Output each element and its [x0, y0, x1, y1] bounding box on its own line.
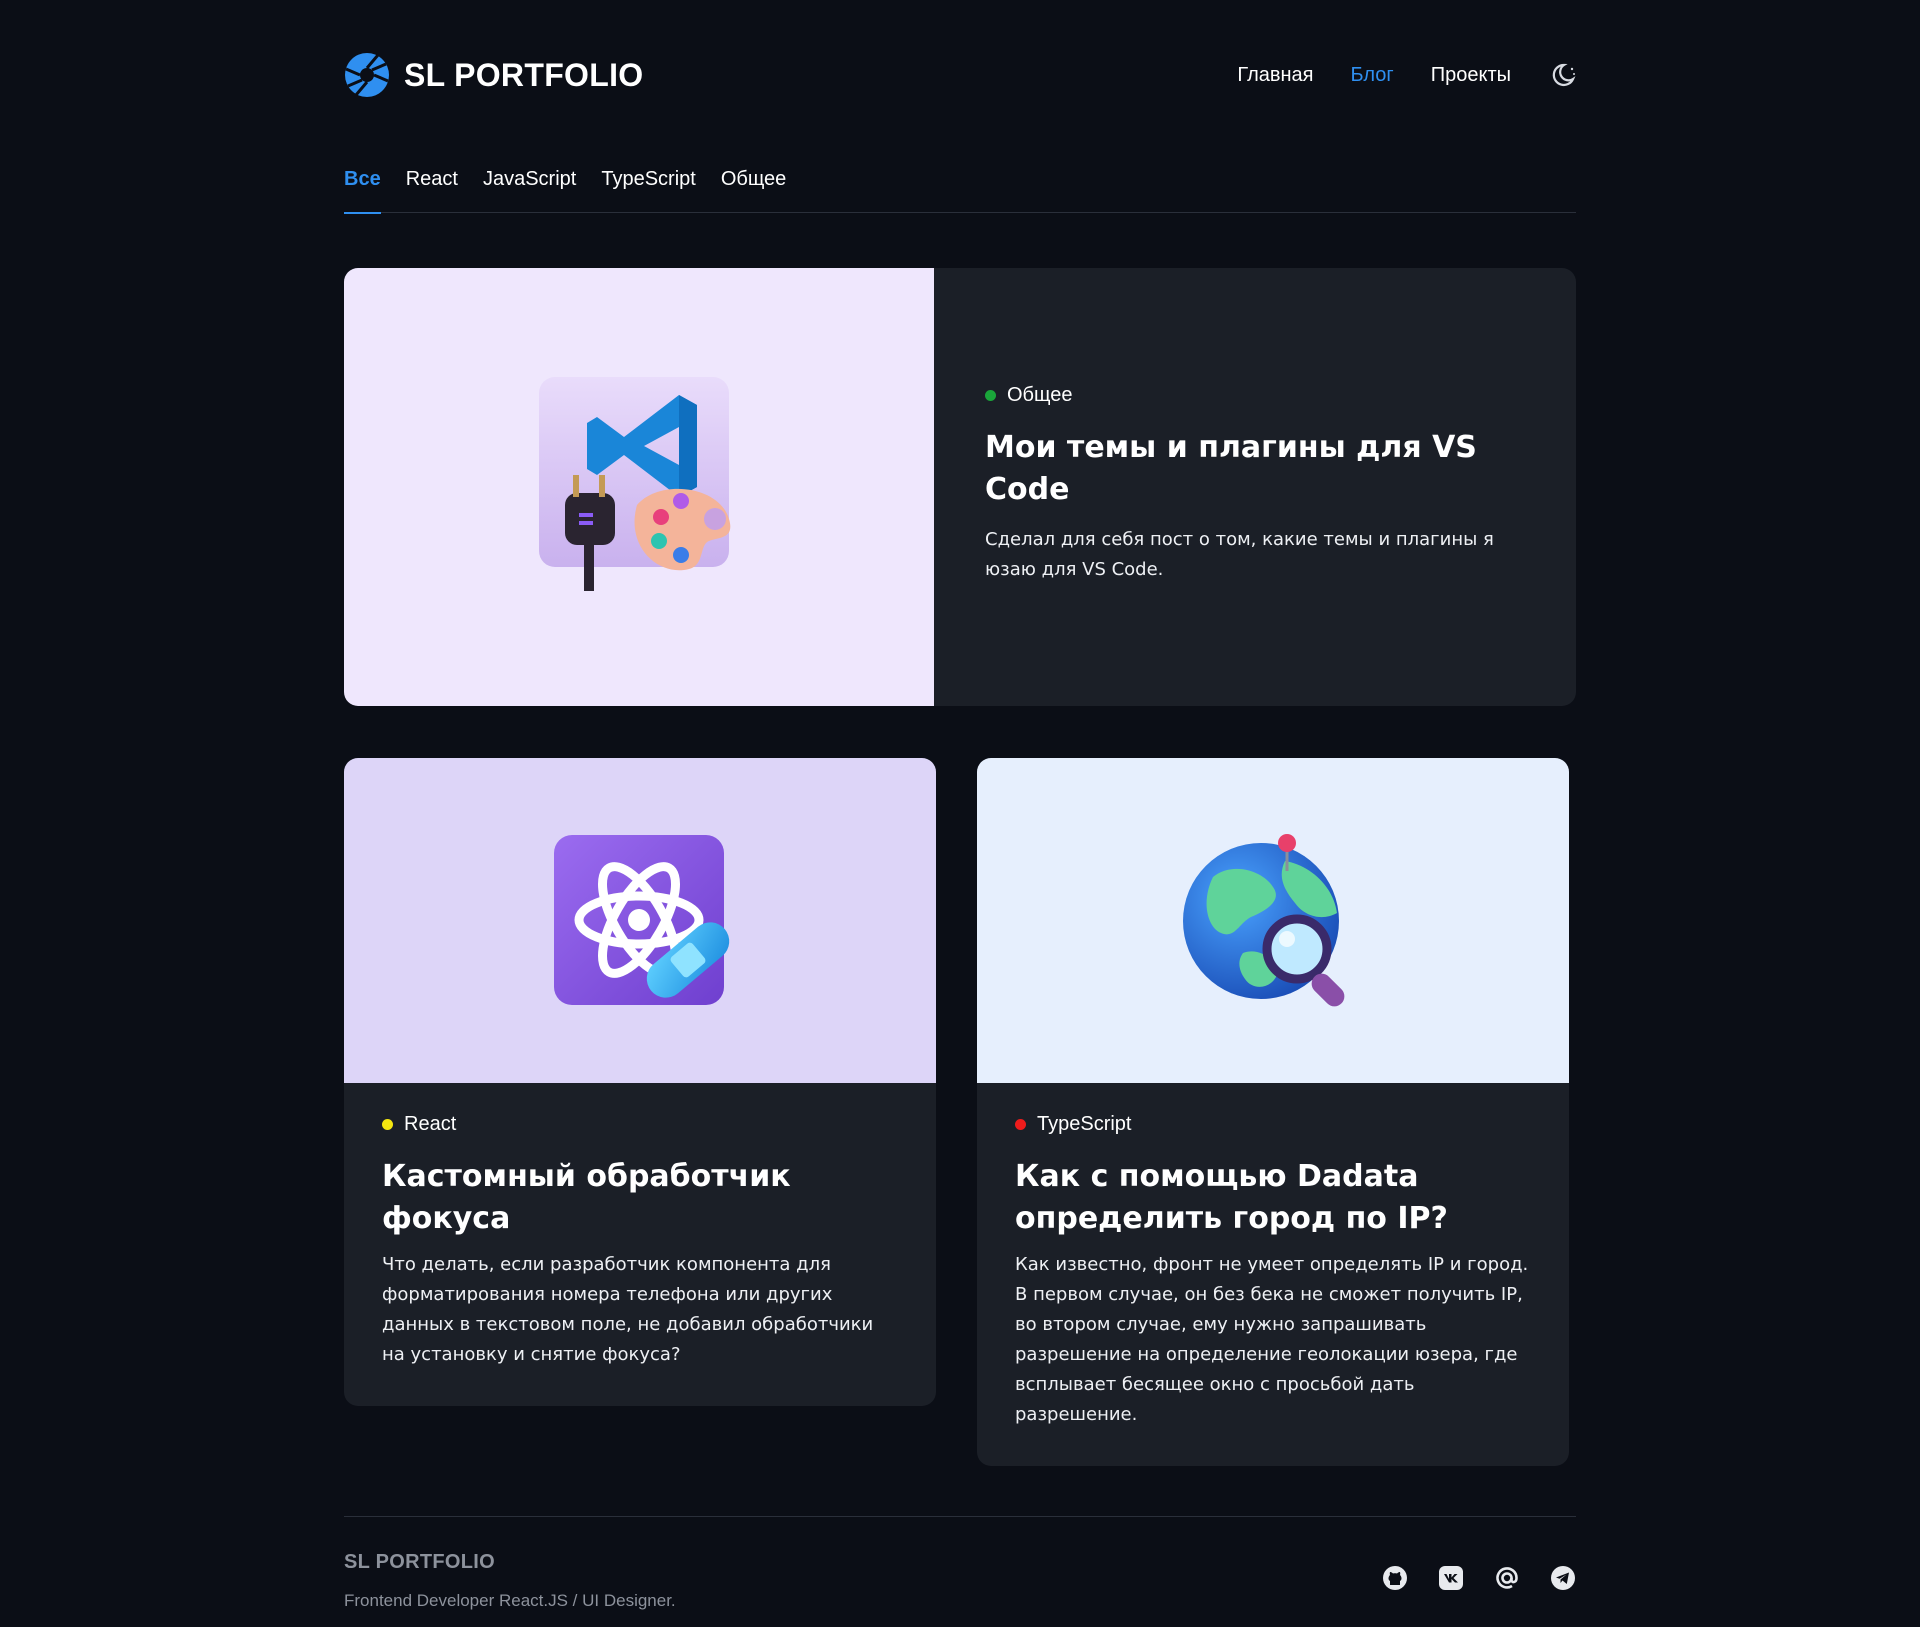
post-description: Как известно, фронт не умеет определять …	[1015, 1254, 1529, 1425]
globe-magnifier-icon	[1183, 833, 1345, 1006]
post-body: TypeScript Как с помощью Dadata определи…	[977, 1083, 1569, 1466]
post-tag: Общее	[985, 384, 1528, 407]
post-title[interactable]: Кастомный обработчик фокуса	[382, 1156, 900, 1240]
featured-post-body: Общее Мои темы и плагины для VS Code Сде…	[934, 268, 1576, 706]
nav-link-blog[interactable]: Блог	[1351, 64, 1394, 87]
tab-typescript[interactable]: TypeScript	[601, 163, 695, 213]
logo-text: SL PORTFOLIO	[404, 56, 644, 93]
tag-dot	[985, 390, 996, 401]
tag-dot	[382, 1119, 393, 1130]
moon-icon[interactable]	[1550, 62, 1576, 88]
github-icon[interactable]	[1382, 1565, 1408, 1591]
telegram-icon[interactable]	[1550, 1565, 1576, 1591]
nav-link-home[interactable]: Главная	[1237, 64, 1313, 87]
social-links	[1382, 1565, 1576, 1591]
tab-general[interactable]: Общее	[721, 163, 787, 213]
post-description: Что делать, если разработчик компонента …	[382, 1254, 874, 1365]
featured-post-image	[344, 268, 934, 706]
post-title[interactable]: Мои темы и плагины для VS Code	[985, 427, 1528, 511]
nav-link-projects[interactable]: Проекты	[1431, 64, 1511, 87]
post-body: React Кастомный обработчик фокуса Что де…	[344, 1083, 936, 1406]
vscode-plugin-palette-icon	[539, 377, 731, 591]
tab-javascript[interactable]: JavaScript	[483, 163, 576, 213]
vk-icon[interactable]	[1438, 1565, 1464, 1591]
post-card[interactable]: TypeScript Как с помощью Dadata определи…	[977, 758, 1569, 1466]
tab-react[interactable]: React	[406, 163, 458, 213]
post-tag: TypeScript	[1015, 1113, 1533, 1136]
post-tag-label: TypeScript	[1037, 1113, 1132, 1135]
main-nav: Главная Блог Проекты	[1237, 62, 1576, 88]
post-card[interactable]: React Кастомный обработчик фокуса Что де…	[344, 758, 936, 1406]
footer-subtitle: Frontend Developer React.JS / UI Designe…	[344, 1591, 676, 1610]
post-image	[344, 758, 936, 1083]
react-atom-bandage-icon	[554, 834, 730, 1005]
site-header: SL PORTFOLIO Главная Блог Проекты	[344, 46, 1576, 104]
email-at-icon[interactable]	[1494, 1565, 1520, 1591]
tag-dot	[1015, 1119, 1026, 1130]
post-image	[977, 758, 1569, 1083]
post-tag-label: Общее	[1007, 384, 1073, 406]
post-description: Сделал для себя пост о том, какие темы и…	[985, 529, 1494, 580]
post-title[interactable]: Как с помощью Dadata определить город по…	[1015, 1156, 1533, 1240]
category-tabs: Все React JavaScript TypeScript Общее	[344, 163, 1576, 214]
post-tag: React	[382, 1113, 900, 1136]
post-tag-label: React	[404, 1113, 457, 1135]
tab-all[interactable]: Все	[344, 163, 381, 214]
logo[interactable]: SL PORTFOLIO	[344, 52, 643, 98]
aperture-logo-icon	[345, 53, 389, 97]
site-footer: SL PORTFOLIO Frontend Developer React.JS…	[344, 1516, 1576, 1616]
featured-post-card[interactable]: Общее Мои темы и плагины для VS Code Сде…	[344, 268, 1576, 706]
footer-brand: SL PORTFOLIO	[344, 1551, 496, 1573]
